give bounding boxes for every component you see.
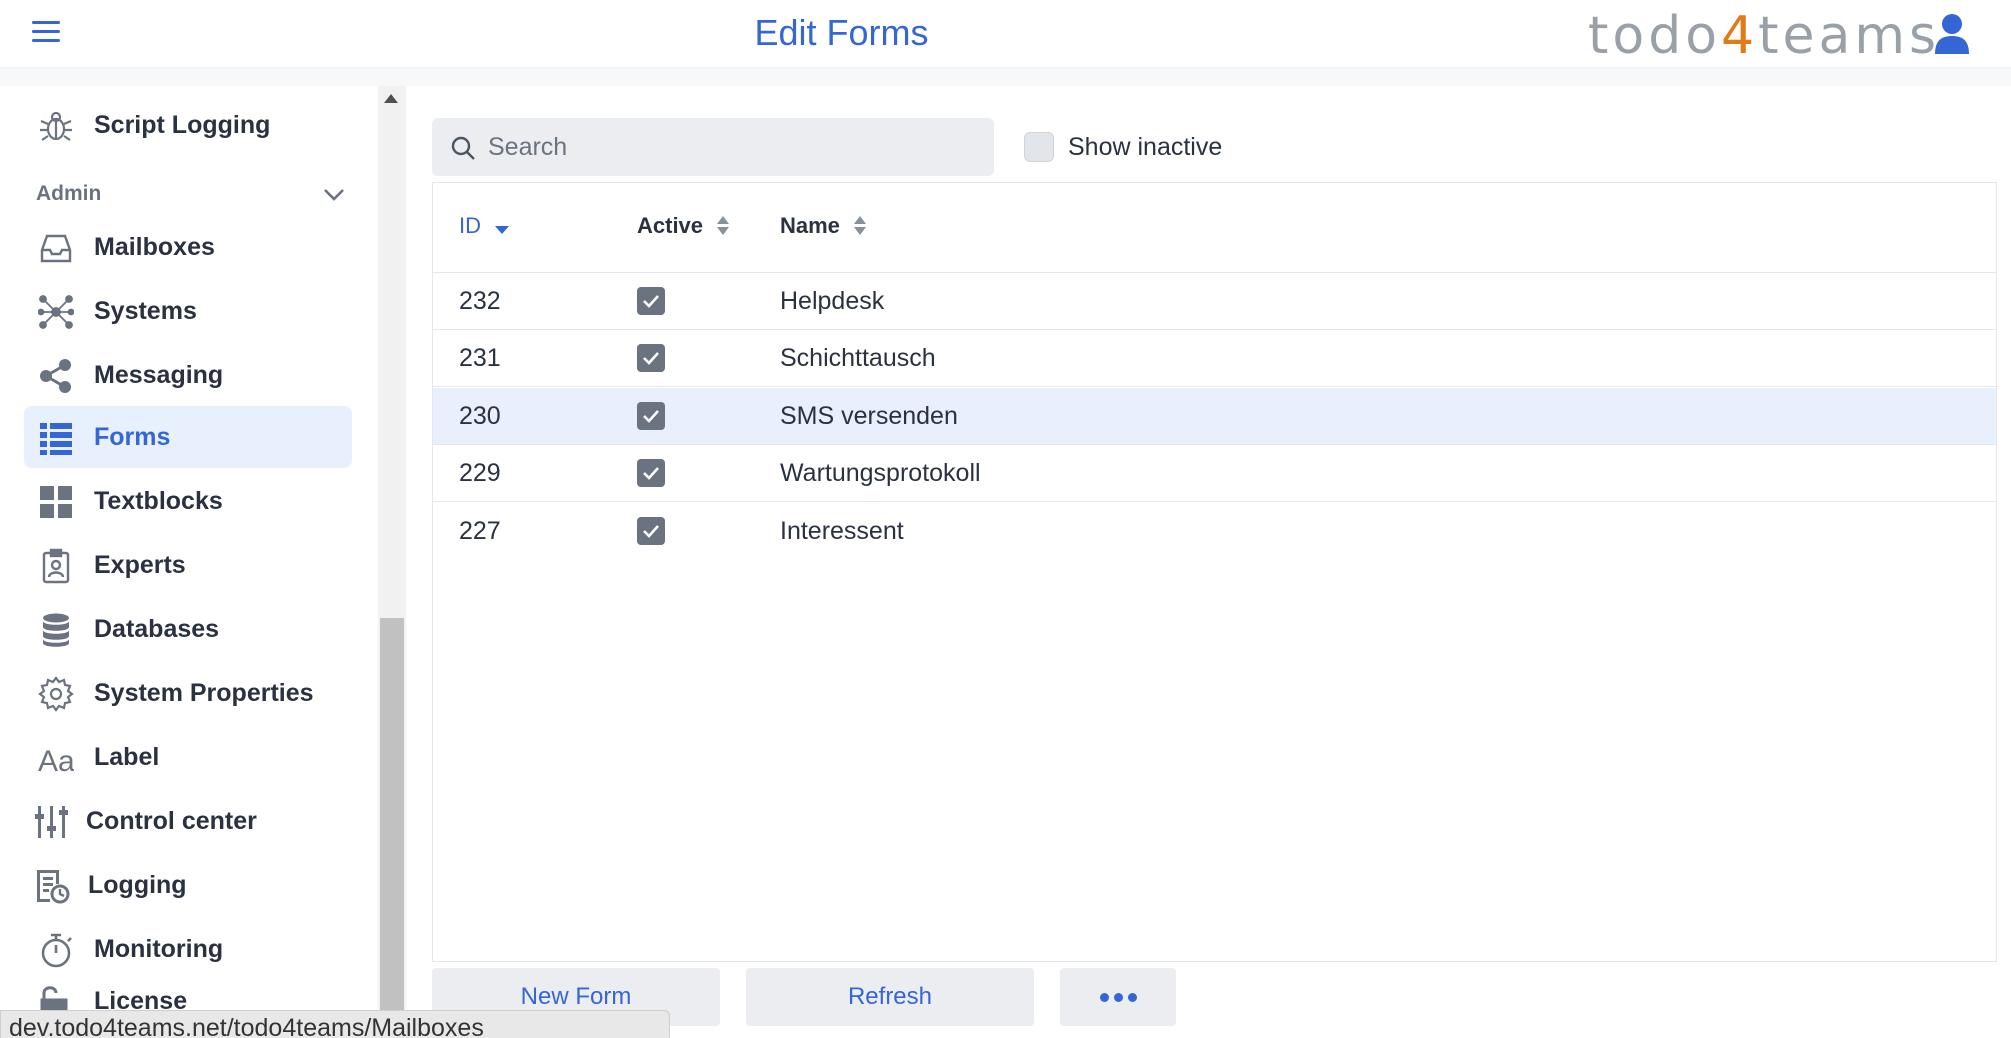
more-actions-button[interactable] bbox=[1060, 968, 1176, 1026]
sidebar-item-label: Monitoring bbox=[94, 934, 224, 963]
grid-icon bbox=[38, 484, 74, 520]
sidebar-item-label-text: Label bbox=[94, 742, 160, 771]
share-icon bbox=[38, 358, 74, 394]
table-row-selected[interactable]: 230 SMS versenden bbox=[433, 388, 1996, 445]
sidebar-item-mailboxes[interactable]: Mailboxes bbox=[24, 216, 352, 278]
sidebar-item-logging[interactable]: Logging bbox=[24, 854, 352, 916]
cell-name: Wartungsprotokoll bbox=[780, 459, 981, 487]
page-title: Edit Forms bbox=[754, 12, 929, 53]
active-checkbox[interactable] bbox=[637, 287, 665, 315]
search-icon bbox=[450, 135, 476, 161]
sidebar-item-label: Textblocks bbox=[94, 486, 223, 515]
sort-icon bbox=[853, 216, 866, 236]
text-aa-icon: Aa bbox=[38, 740, 75, 778]
sliders-icon bbox=[34, 804, 70, 840]
network-icon bbox=[37, 294, 75, 330]
column-header-id[interactable]: ID bbox=[459, 213, 509, 239]
forms-table: ID Active Name 232 Helpdesk 231 Schichtt… bbox=[432, 182, 1997, 962]
gear-icon bbox=[38, 676, 74, 712]
list-icon bbox=[38, 420, 74, 456]
sidebar-item-label: Experts bbox=[94, 550, 186, 579]
show-inactive-toggle[interactable]: Show inactive bbox=[1024, 130, 1222, 164]
sidebar-item-label: System Properties bbox=[94, 678, 314, 707]
log-icon bbox=[34, 868, 70, 904]
sidebar-item-label: Mailboxes bbox=[94, 232, 215, 261]
stopwatch-icon bbox=[38, 932, 74, 968]
cell-id: 230 bbox=[459, 402, 501, 430]
show-inactive-label: Show inactive bbox=[1068, 132, 1223, 161]
badge-icon bbox=[38, 548, 74, 584]
cell-id: 229 bbox=[459, 459, 501, 487]
sidebar-item-experts[interactable]: Experts bbox=[24, 534, 352, 596]
cell-name: SMS versenden bbox=[780, 402, 958, 430]
sidebar-item-label: Control center bbox=[86, 806, 257, 835]
more-dots-icon bbox=[1099, 992, 1137, 1002]
scroll-up-arrow-icon[interactable] bbox=[384, 94, 398, 103]
sidebar-item-script-logging[interactable]: Script Logging bbox=[24, 94, 352, 156]
chevron-down-icon bbox=[322, 184, 346, 204]
sidebar-item-label: Databases bbox=[94, 614, 220, 643]
sidebar: Script Logging Admin Mailboxes Systems M… bbox=[0, 86, 378, 1038]
active-checkbox[interactable] bbox=[637, 459, 665, 487]
sidebar-item-forms[interactable]: Forms bbox=[24, 406, 352, 468]
sort-icon bbox=[717, 216, 730, 236]
scrollbar-thumb[interactable] bbox=[380, 618, 404, 1038]
active-checkbox[interactable] bbox=[637, 517, 665, 545]
refresh-button[interactable]: Refresh bbox=[746, 968, 1034, 1026]
sidebar-item-system-properties[interactable]: System Properties bbox=[24, 662, 352, 724]
sidebar-item-label: Systems bbox=[94, 296, 197, 325]
active-checkbox[interactable] bbox=[637, 402, 665, 430]
cell-name: Helpdesk bbox=[780, 287, 885, 315]
sidebar-section-admin[interactable]: Admin bbox=[36, 174, 346, 214]
sidebar-item-label: Messaging bbox=[94, 360, 224, 389]
sort-descending-icon bbox=[495, 226, 509, 234]
sidebar-scrollbar[interactable] bbox=[378, 86, 406, 1038]
sidebar-item-label: Logging bbox=[88, 870, 187, 899]
table-row[interactable]: 227 Interessent bbox=[433, 503, 1996, 560]
column-header-label: ID bbox=[459, 213, 481, 238]
svg-text:Aa: Aa bbox=[38, 745, 74, 776]
search-field[interactable] bbox=[432, 118, 994, 176]
sidebar-item-label: Script Logging bbox=[94, 110, 271, 139]
sidebar-section-label: Admin bbox=[36, 182, 102, 205]
table-row[interactable]: 229 Wartungsprotokoll bbox=[433, 445, 1996, 502]
inbox-icon bbox=[38, 230, 74, 266]
cell-name: Interessent bbox=[780, 517, 904, 545]
sidebar-item-databases[interactable]: Databases bbox=[24, 598, 352, 660]
cell-id: 227 bbox=[459, 517, 501, 545]
active-checkbox[interactable] bbox=[637, 344, 665, 372]
table-header: ID Active Name bbox=[433, 183, 1996, 273]
column-header-label: Active bbox=[637, 213, 704, 238]
table-row[interactable]: 232 Helpdesk bbox=[433, 273, 1996, 330]
user-icon[interactable] bbox=[1932, 12, 1972, 56]
app-header: Edit Forms todo4teams bbox=[0, 0, 2011, 68]
column-header-name[interactable]: Name bbox=[780, 213, 866, 239]
cell-id: 232 bbox=[459, 287, 501, 315]
bug-icon bbox=[38, 108, 74, 144]
sidebar-item-label[interactable]: Aa Label bbox=[24, 726, 352, 788]
column-header-active[interactable]: Active bbox=[637, 213, 730, 239]
search-input[interactable] bbox=[488, 128, 978, 166]
sidebar-item-label: Forms bbox=[94, 422, 171, 451]
sidebar-item-messaging[interactable]: Messaging bbox=[24, 344, 352, 406]
cell-id: 231 bbox=[459, 344, 501, 372]
app-logo: todo4teams bbox=[1588, 6, 1941, 66]
sidebar-item-systems[interactable]: Systems bbox=[24, 280, 352, 342]
database-icon bbox=[38, 612, 74, 648]
sidebar-item-control-center[interactable]: Control center bbox=[24, 790, 352, 852]
header-divider bbox=[0, 68, 2011, 86]
show-inactive-checkbox[interactable] bbox=[1024, 132, 1054, 162]
sidebar-item-textblocks[interactable]: Textblocks bbox=[24, 470, 352, 532]
column-header-label: Name bbox=[780, 213, 840, 238]
cell-name: Schichttausch bbox=[780, 344, 936, 372]
status-bar-url: dev.todo4teams.net/todo4teams/Mailboxes bbox=[0, 1010, 670, 1038]
table-row[interactable]: 231 Schichttausch bbox=[433, 330, 1996, 387]
